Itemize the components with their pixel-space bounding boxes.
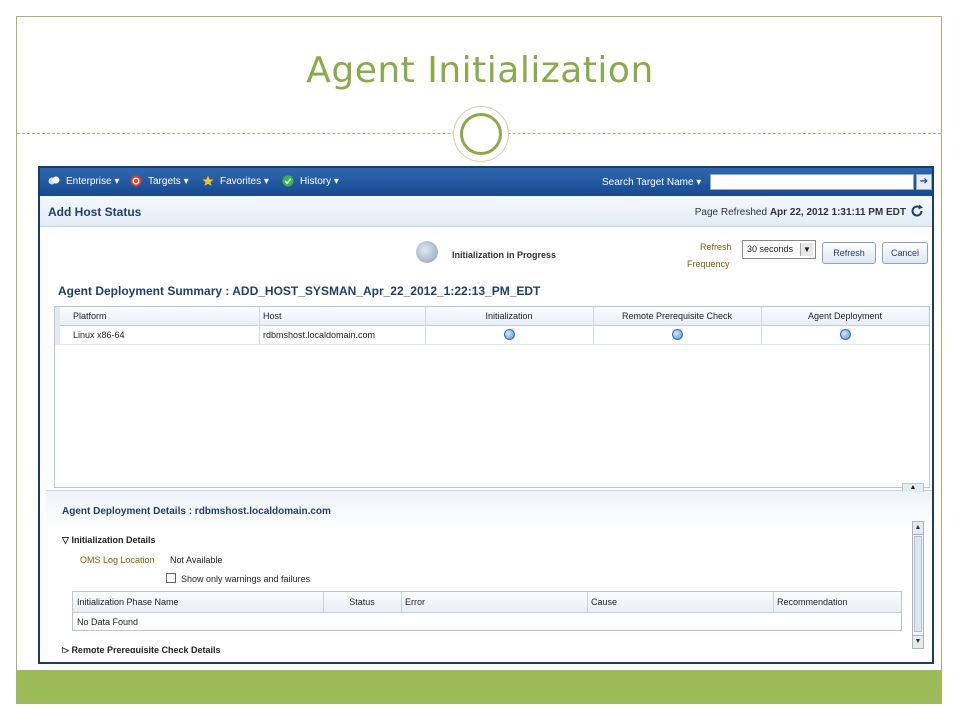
- scroll-up-icon[interactable]: ▲: [913, 522, 923, 535]
- column-header-cause[interactable]: Cause: [587, 592, 773, 612]
- empty-table-message: No Data Found: [77, 617, 139, 627]
- scroll-down-icon[interactable]: ▼: [913, 635, 923, 648]
- agent-deployment-status-cell: [761, 326, 929, 344]
- host-cell: rdbmshost.localdomain.com: [263, 330, 376, 340]
- top-navigation-bar: Enterprise ▾ Targets ▾ Favorites ▾ Histo…: [40, 168, 932, 196]
- deployment-summary-title: Agent Deployment Summary : ADD_HOST_SYSM…: [58, 284, 541, 298]
- warnings-only-checkbox[interactable]: [166, 573, 176, 583]
- nav-favorites[interactable]: Favorites ▾: [220, 176, 269, 187]
- star-icon: [202, 175, 214, 186]
- refresh-frequency-label-2: Frequency: [687, 259, 730, 269]
- deployment-details-title: Agent Deployment Details : rdbmshost.loc…: [62, 506, 331, 517]
- column-header-phase-name[interactable]: Initialization Phase Name: [73, 592, 323, 612]
- refresh-button[interactable]: Refresh: [822, 242, 876, 264]
- footer-band: [17, 670, 941, 703]
- page-title: Add Host Status: [48, 205, 142, 219]
- table-row[interactable]: Linux x86-64 rdbmshost.localdomain.com: [55, 326, 929, 345]
- enterprise-icon: [48, 176, 60, 185]
- oms-log-location-label: OMS Log Location: [80, 555, 155, 565]
- column-header-agent-deployment[interactable]: Agent Deployment: [761, 307, 929, 325]
- column-header-status[interactable]: Status: [323, 592, 401, 612]
- warnings-only-label[interactable]: Show only warnings and failures: [181, 574, 310, 584]
- nav-enterprise[interactable]: Enterprise ▾: [66, 176, 119, 187]
- arrow-right-icon: ➔: [919, 176, 929, 187]
- targets-icon: [130, 175, 142, 187]
- dropdown-arrow-icon: ▼: [800, 243, 813, 256]
- column-header-platform[interactable]: Platform: [69, 307, 259, 325]
- column-header-host[interactable]: Host: [259, 307, 425, 325]
- platform-cell: Linux x86-64: [73, 330, 125, 340]
- progress-spinner-icon: [416, 241, 438, 263]
- circle-ornament-icon: [453, 106, 509, 162]
- refresh-frequency-label: Refresh: [700, 242, 732, 252]
- cancel-button[interactable]: Cancel: [882, 242, 928, 264]
- nav-history[interactable]: History ▾: [300, 176, 339, 187]
- column-header-initialization[interactable]: Initialization: [425, 307, 593, 325]
- chevron-up-icon: ▲: [909, 484, 917, 491]
- search-target-input[interactable]: [710, 174, 914, 190]
- search-go-button[interactable]: ➔: [916, 174, 932, 190]
- in-progress-status-icon: [671, 329, 683, 341]
- initialization-status-cell: [425, 326, 593, 344]
- details-scrollbar[interactable]: ▲ ▼: [912, 521, 924, 649]
- disclosure-closed-icon: ▷: [62, 645, 69, 653]
- disclosure-open-icon: ▽: [62, 535, 69, 545]
- search-target-dropdown[interactable]: Search Target Name ▾: [602, 177, 701, 188]
- summary-table-header: Platform Host Initialization Remote Prer…: [55, 307, 929, 326]
- nav-targets[interactable]: Targets ▾: [148, 176, 189, 187]
- column-header-remote-check[interactable]: Remote Prerequisite Check: [593, 307, 761, 325]
- in-progress-status-icon: [503, 329, 515, 341]
- panel-collapse-handle[interactable]: ▲: [902, 483, 924, 492]
- refresh-frequency-select[interactable]: 30 seconds ▼: [742, 240, 816, 259]
- deployment-summary-table: Platform Host Initialization Remote Prer…: [54, 306, 930, 488]
- history-icon: [282, 175, 294, 187]
- remote-prerequisite-details-toggle[interactable]: ▷ Remote Prerequisite Check Details: [62, 645, 221, 653]
- column-header-error[interactable]: Error: [401, 592, 587, 612]
- phase-table-header: Initialization Phase Name Status Error C…: [73, 592, 901, 613]
- deployment-details-panel: ▲ Agent Deployment Details : rdbmshost.l…: [46, 483, 932, 662]
- oms-log-location-value: Not Available: [170, 555, 223, 565]
- page-refreshed-status: Page Refreshed Apr 22, 2012 1:31:11 PM E…: [694, 207, 906, 218]
- initialization-phase-table: Initialization Phase Name Status Error C…: [72, 591, 902, 631]
- em-console-screenshot: Enterprise ▾ Targets ▾ Favorites ▾ Histo…: [38, 166, 934, 664]
- remote-check-status-cell: [593, 326, 761, 344]
- scrollbar-thumb[interactable]: [914, 536, 922, 632]
- initialization-details-toggle[interactable]: ▽ Initialization Details: [62, 535, 155, 546]
- in-progress-status-icon: [839, 329, 851, 341]
- slide-title: Agent Initialization: [306, 50, 654, 91]
- column-header-recommendation[interactable]: Recommendation: [773, 592, 901, 612]
- progress-status-text: Initialization in Progress: [452, 250, 557, 260]
- page-header: Add Host Status Page Refreshed Apr 22, 2…: [40, 196, 932, 227]
- reload-icon[interactable]: [910, 204, 924, 218]
